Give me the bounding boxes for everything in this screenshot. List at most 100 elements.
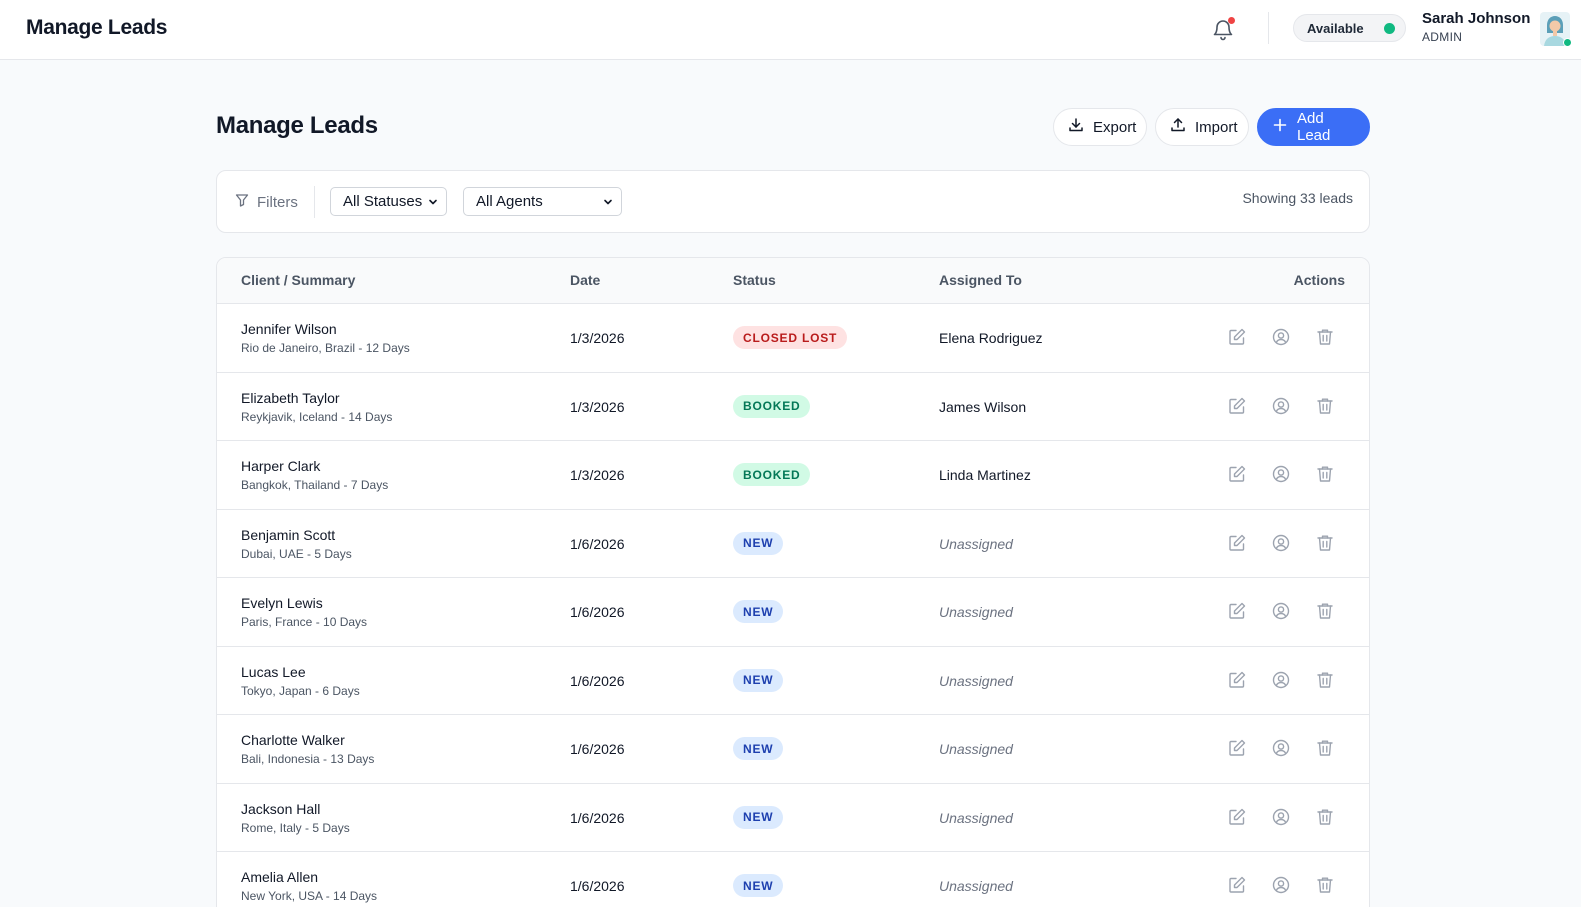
table-row[interactable]: Harper Clark Bangkok, Thailand - 7 Days … xyxy=(217,440,1369,509)
import-label: Import xyxy=(1195,118,1238,136)
client-name: Amelia Allen xyxy=(241,869,319,885)
lead-date: 1/6/2026 xyxy=(570,809,625,826)
page-title: Manage Leads xyxy=(216,112,378,139)
user-circle-icon[interactable] xyxy=(1271,464,1291,484)
user-circle-icon[interactable] xyxy=(1271,396,1291,416)
lead-date: 1/6/2026 xyxy=(570,672,625,689)
status-filter-value: All Statuses xyxy=(343,193,423,210)
trash-icon[interactable] xyxy=(1315,601,1335,621)
add-lead-label: Add Lead xyxy=(1297,110,1331,144)
assigned-agent: Unassigned xyxy=(939,741,1013,757)
client-summary: Paris, France - 10 Days xyxy=(241,615,368,629)
top-bar: Manage Leads Available Sarah Johnson ADM… xyxy=(0,0,1581,60)
user-circle-icon[interactable] xyxy=(1271,738,1291,758)
lead-date: 1/3/2026 xyxy=(570,398,625,415)
table-row[interactable]: Lucas Lee Tokyo, Japan - 6 Days 1/6/2026… xyxy=(217,645,1369,715)
user-circle-icon[interactable] xyxy=(1271,875,1291,895)
header-actions: Actions xyxy=(1293,272,1345,288)
filters-label: Filters xyxy=(235,193,298,211)
import-button[interactable]: Import xyxy=(1155,108,1249,146)
user-circle-icon[interactable] xyxy=(1271,601,1291,621)
export-button[interactable]: Export xyxy=(1053,108,1147,146)
client-summary: Reykjavik, Iceland - 14 Days xyxy=(241,409,393,424)
edit-icon[interactable] xyxy=(1227,670,1247,690)
lead-date: 1/3/2026 xyxy=(570,467,625,483)
availability-toggle[interactable]: Available xyxy=(1293,14,1406,42)
assigned-agent: Unassigned xyxy=(939,604,1013,620)
client-name: Benjamin Scott xyxy=(241,526,336,543)
upload-icon xyxy=(1170,117,1186,137)
header-status: Status xyxy=(733,272,776,288)
app-title: Manage Leads xyxy=(26,16,168,39)
agent-filter-select[interactable]: All Agents xyxy=(463,187,622,216)
assigned-agent: Elena Rodriguez xyxy=(939,330,1043,346)
edit-icon[interactable] xyxy=(1227,807,1247,827)
user-circle-icon[interactable] xyxy=(1271,533,1291,553)
agent-filter-value: All Agents xyxy=(476,193,543,210)
divider xyxy=(1268,12,1269,44)
status-filter-select[interactable]: All Statuses xyxy=(330,187,447,216)
edit-icon[interactable] xyxy=(1227,533,1247,553)
download-icon xyxy=(1068,117,1084,137)
edit-icon[interactable] xyxy=(1227,464,1247,484)
edit-icon[interactable] xyxy=(1227,396,1247,416)
client-summary: Bali, Indonesia - 13 Days xyxy=(241,752,375,766)
user-circle-icon[interactable] xyxy=(1271,670,1291,690)
chevron-down-icon xyxy=(604,199,612,205)
client-name: Elizabeth Taylor xyxy=(241,389,340,406)
edit-icon[interactable] xyxy=(1227,601,1247,621)
trash-icon[interactable] xyxy=(1315,327,1335,347)
table-row[interactable]: Elizabeth Taylor Reykjavik, Iceland - 14… xyxy=(217,371,1369,441)
online-indicator xyxy=(1563,38,1572,47)
trash-icon[interactable] xyxy=(1315,533,1335,553)
status-badge: NEW xyxy=(733,737,784,760)
filters-text: Filters xyxy=(257,193,298,211)
table-row[interactable]: Jackson Hall Rome, Italy - 5 Days 1/6/20… xyxy=(217,782,1369,852)
user-circle-icon[interactable] xyxy=(1271,807,1291,827)
trash-icon[interactable] xyxy=(1315,738,1335,758)
lead-date: 1/6/2026 xyxy=(570,604,625,620)
lead-count: Showing 33 leads xyxy=(1242,190,1353,206)
status-badge: NEW xyxy=(733,874,784,897)
client-summary: Rio de Janeiro, Brazil - 12 Days xyxy=(241,341,410,355)
status-badge: NEW xyxy=(733,531,784,555)
edit-icon[interactable] xyxy=(1227,875,1247,895)
status-badge: BOOKED xyxy=(733,463,811,486)
filter-bar: Filters All Statuses All Agents Showing … xyxy=(216,170,1370,233)
client-name: Jackson Hall xyxy=(241,800,321,817)
trash-icon[interactable] xyxy=(1315,807,1335,827)
client-summary: Bangkok, Thailand - 7 Days xyxy=(241,478,389,492)
trash-icon[interactable] xyxy=(1315,670,1335,690)
edit-icon[interactable] xyxy=(1227,738,1247,758)
user-circle-icon[interactable] xyxy=(1271,327,1291,347)
lead-date: 1/6/2026 xyxy=(570,535,625,552)
table-row[interactable]: Jennifer Wilson Rio de Janeiro, Brazil -… xyxy=(217,303,1369,372)
table-row[interactable]: Amelia Allen New York, USA - 14 Days 1/6… xyxy=(217,851,1369,907)
trash-icon[interactable] xyxy=(1315,464,1335,484)
trash-icon[interactable] xyxy=(1315,396,1335,416)
header-client: Client / Summary xyxy=(241,272,356,288)
header-date: Date xyxy=(570,272,601,288)
add-lead-button[interactable]: Add Lead xyxy=(1257,108,1370,146)
table-row[interactable]: Charlotte Walker Bali, Indonesia - 13 Da… xyxy=(217,714,1369,783)
status-badge: NEW xyxy=(733,600,784,623)
assigned-agent: James Wilson xyxy=(939,398,1027,415)
table-row[interactable]: Benjamin Scott Dubai, UAE - 5 Days 1/6/2… xyxy=(217,508,1369,578)
assigned-agent: Unassigned xyxy=(939,535,1013,552)
lead-date: 1/6/2026 xyxy=(570,878,625,894)
client-name: Charlotte Walker xyxy=(241,732,345,748)
edit-icon[interactable] xyxy=(1227,327,1247,347)
availability-label: Available xyxy=(1307,20,1364,36)
client-name: Evelyn Lewis xyxy=(241,595,323,611)
export-label: Export xyxy=(1093,118,1137,136)
header-assigned: Assigned To xyxy=(939,272,1022,288)
assigned-agent: Unassigned xyxy=(939,672,1013,689)
client-name: Lucas Lee xyxy=(241,663,306,680)
trash-icon[interactable] xyxy=(1315,875,1335,895)
user-name: Sarah Johnson xyxy=(1422,10,1531,27)
table-row[interactable]: Evelyn Lewis Paris, France - 10 Days 1/6… xyxy=(217,577,1369,646)
plus-icon xyxy=(1272,117,1288,137)
client-summary: New York, USA - 14 Days xyxy=(241,889,378,903)
client-name: Harper Clark xyxy=(241,458,321,474)
assigned-agent: Unassigned xyxy=(939,878,1013,894)
